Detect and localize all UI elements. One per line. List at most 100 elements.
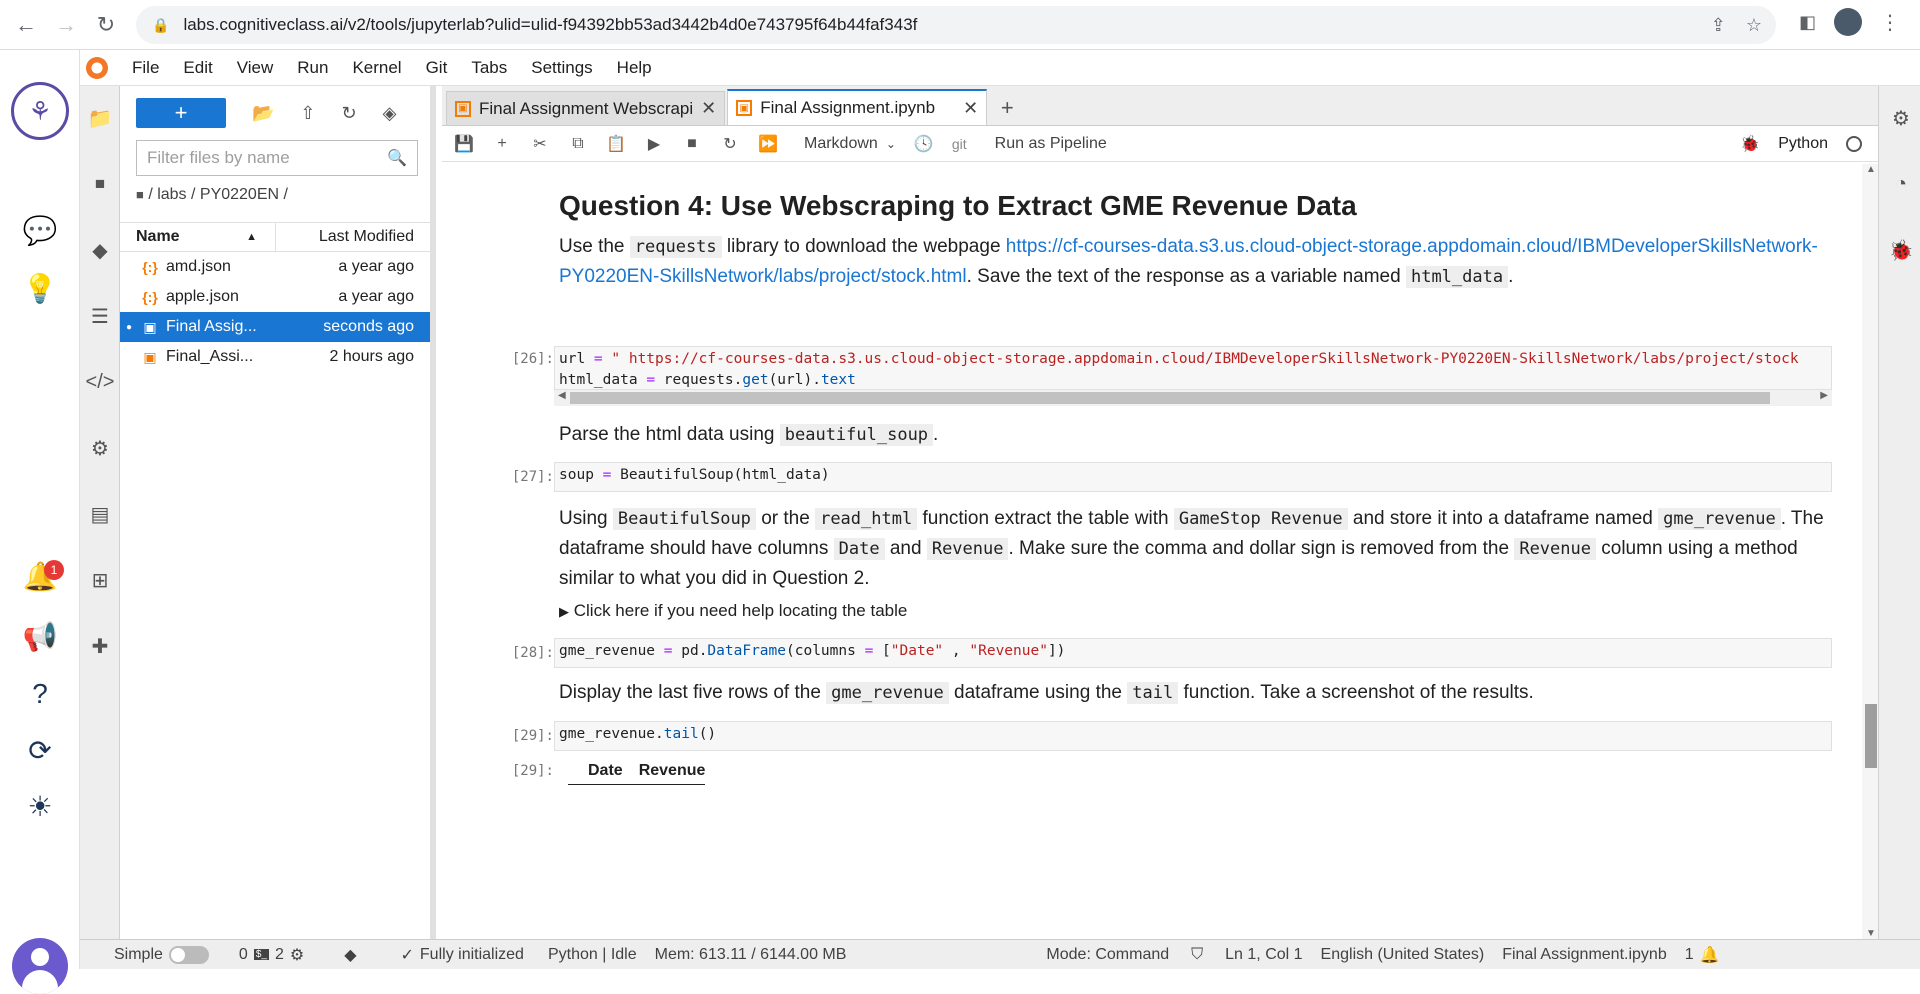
breadcrumb-path[interactable]: / labs / PY0220EN / <box>148 186 288 203</box>
refresh-icon[interactable]: ↻ <box>342 103 357 124</box>
scroll-thumb[interactable] <box>1865 704 1877 768</box>
settings-gear-icon[interactable]: ⚙ <box>86 434 114 462</box>
chat-icon[interactable]: 💬 <box>20 210 60 250</box>
language-select[interactable]: English (United States) <box>1321 946 1485 964</box>
terminal-count[interactable]: 0 $_ 2 ⚙ <box>239 945 304 965</box>
menu-edit[interactable]: Edit <box>171 58 224 78</box>
close-icon[interactable]: ✕ <box>701 98 716 119</box>
menu-view[interactable]: View <box>225 58 286 78</box>
lightbulb-icon[interactable]: 💡 <box>20 268 60 308</box>
upload-icon[interactable]: ⇧ <box>300 103 315 124</box>
git-clone-icon[interactable]: ◈ <box>383 103 397 124</box>
code-icon[interactable]: </> <box>86 368 115 396</box>
kernel-name[interactable]: Python <box>1778 135 1828 153</box>
file-row-selected[interactable]: ● ▣ Final Assig... seconds ago <box>120 312 430 342</box>
simple-mode-toggle[interactable]: Simple <box>114 945 209 964</box>
resource-gauge-icon[interactable]: ◔ <box>1889 172 1913 196</box>
debugger-bug-icon[interactable]: 🐞 <box>1889 238 1914 262</box>
profile-avatar[interactable] <box>1834 8 1862 36</box>
puzzle-icon[interactable]: ✚ <box>86 632 114 660</box>
file-row[interactable]: {:} amd.json a year ago <box>120 252 430 282</box>
url-text[interactable]: labs.cognitiveclass.ai/v2/tools/jupyterl… <box>183 15 917 35</box>
menu-settings[interactable]: Settings <box>519 58 604 78</box>
paste-icon[interactable]: 📋 <box>606 134 626 154</box>
code-cell-27[interactable]: soup = BeautifulSoup(html_data) <box>554 462 1832 492</box>
bookmark-star-icon[interactable]: ☆ <box>1746 15 1762 36</box>
user-avatar-icon[interactable] <box>12 938 68 994</box>
menu-tabs[interactable]: Tabs <box>459 58 519 78</box>
scroll-down-icon[interactable]: ▼ <box>1866 928 1876 939</box>
menu-run[interactable]: Run <box>285 58 340 78</box>
run-icon[interactable]: ▶ <box>644 134 664 154</box>
help-icon[interactable]: ? <box>20 674 60 714</box>
cursor-position[interactable]: Ln 1, Col 1 <box>1225 946 1302 964</box>
cell-type-select[interactable]: Markdown ⌄ <box>804 135 896 153</box>
stop-icon[interactable]: ■ <box>682 135 702 153</box>
notebook-scrollbar[interactable]: ▲ ▼ <box>1862 164 1878 939</box>
kernel-status[interactable]: Python | Idle <box>548 946 637 964</box>
close-icon[interactable]: ✕ <box>963 98 978 119</box>
horizontal-scrollbar[interactable]: ◀ ▶ <box>554 390 1832 406</box>
name-column-header[interactable]: Name ▲ <box>120 223 276 251</box>
git-icon[interactable]: ◆ <box>86 236 114 264</box>
filter-files-input[interactable]: Filter files by name 🔍 <box>136 140 418 176</box>
reload-icon[interactable]: ↻ <box>86 5 126 45</box>
git-status-icon[interactable]: ◆ <box>344 945 356 965</box>
add-tab-icon[interactable]: + <box>993 94 1021 122</box>
address-bar[interactable]: 🔒 labs.cognitiveclass.ai/v2/tools/jupyte… <box>136 6 1776 44</box>
cognitiveclass-logo-icon[interactable]: ⚘ <box>11 82 69 140</box>
bell-icon[interactable]: 🔔 <box>1700 945 1720 965</box>
scroll-left-icon[interactable]: ◀ <box>558 390 566 401</box>
code-cell-26[interactable]: url = " https://cf-courses-data.s3.us.cl… <box>554 346 1832 390</box>
file-row[interactable]: {:} apple.json a year ago <box>120 282 430 312</box>
browser-menu-icon[interactable]: ⋮ <box>1880 10 1900 35</box>
running-stop-icon[interactable]: ⏹ <box>86 170 114 198</box>
menu-kernel[interactable]: Kernel <box>340 58 413 78</box>
toggle-switch[interactable] <box>168 945 209 964</box>
new-launcher-button[interactable]: + <box>136 98 226 128</box>
run-as-pipeline-button[interactable]: Run as Pipeline <box>995 135 1107 153</box>
details-toggle[interactable]: ▶ Click here if you need help locating t… <box>559 596 1829 627</box>
save-icon[interactable]: 💾 <box>454 134 474 154</box>
folder-icon[interactable]: 📁 <box>86 104 114 132</box>
markdown-cell[interactable]: Display the last five rows of the gme_re… <box>559 678 1829 708</box>
markdown-cell[interactable]: Use the requests library to download the… <box>559 232 1829 292</box>
sync-icon[interactable]: ⟳ <box>20 730 60 770</box>
last-modified-column-header[interactable]: Last Modified <box>276 228 430 246</box>
tab-final-assignment[interactable]: ▣ Final Assignment.ipynb ✕ <box>727 89 988 125</box>
git-label[interactable]: git <box>952 136 967 152</box>
tab-webscraping-notebook[interactable]: ▣ Final Assignment Webscrapi ✕ <box>446 91 726 125</box>
theme-sun-icon[interactable]: ☀ <box>20 786 60 826</box>
lsp-status[interactable]: ✓ Fully initialized <box>401 945 524 965</box>
share-icon[interactable]: ⇪ <box>1711 15 1726 36</box>
fast-forward-icon[interactable]: ⏩ <box>758 134 778 154</box>
scroll-thumb[interactable] <box>570 392 1770 404</box>
back-arrow-icon[interactable]: ← <box>6 5 46 45</box>
copy-icon[interactable]: ⧉ <box>568 135 588 153</box>
sidepanel-icon[interactable]: ◧ <box>1799 12 1816 33</box>
menu-git[interactable]: Git <box>414 58 460 78</box>
insert-cell-icon[interactable]: + <box>492 135 512 153</box>
forward-arrow-icon[interactable]: → <box>46 5 86 45</box>
code-cell-28[interactable]: gme_revenue = pd.DataFrame(columns = ["D… <box>554 638 1832 668</box>
file-row[interactable]: ▣ Final_Assi... 2 hours ago <box>120 342 430 372</box>
debugger-bug-icon[interactable]: 🐞 <box>1740 134 1760 154</box>
scroll-up-icon[interactable]: ▲ <box>1866 164 1876 175</box>
cut-icon[interactable]: ✂ <box>530 134 550 154</box>
property-gears-icon[interactable]: ⚙ <box>1889 106 1913 130</box>
breadcrumb[interactable]: ■ / labs / PY0220EN / <box>120 176 430 214</box>
menu-help[interactable]: Help <box>605 58 664 78</box>
shield-icon[interactable]: ⛉ <box>1191 946 1203 964</box>
menu-file[interactable]: File <box>120 58 171 78</box>
extensions-grid-icon[interactable]: ⊞ <box>86 566 114 594</box>
scroll-right-icon[interactable]: ▶ <box>1820 390 1828 401</box>
notebook-panel[interactable]: Question 4: Use Webscraping to Extract G… <box>442 164 1862 939</box>
code-cell-29[interactable]: gme_revenue.tail() <box>554 721 1832 751</box>
megaphone-icon[interactable]: 📢 <box>20 616 60 656</box>
new-folder-icon[interactable]: 📂 <box>252 103 274 124</box>
property-inspector-icon[interactable]: ▤ <box>86 500 114 528</box>
markdown-cell[interactable]: Using BeautifulSoup or the read_html fun… <box>559 504 1829 594</box>
markdown-cell[interactable]: Parse the html data using beautiful_soup… <box>559 420 1829 450</box>
toc-list-icon[interactable]: ☰ <box>86 302 114 330</box>
markdown-cell[interactable]: Question 4: Use Webscraping to Extract G… <box>559 186 1829 226</box>
